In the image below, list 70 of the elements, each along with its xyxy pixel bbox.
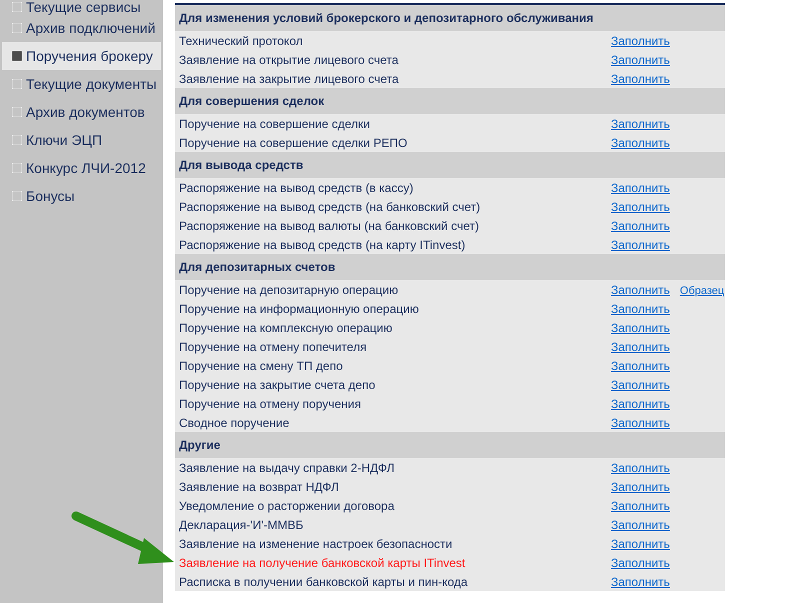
- sidebar-item[interactable]: Ключи ЭЦП: [2, 126, 161, 154]
- sidebar-item[interactable]: Конкурс ЛЧИ-2012: [2, 154, 161, 182]
- document-name: Поручение на отмену поручения: [178, 396, 362, 410]
- fill-link[interactable]: Заполнить: [611, 34, 670, 48]
- sidebar-item[interactable]: Текущие сервисы: [2, 0, 161, 14]
- document-name: Поручение на совершение сделки РЕПО: [178, 136, 408, 150]
- grid-icon: [12, 79, 22, 89]
- fill-link[interactable]: Заполнить: [611, 238, 670, 252]
- document-name: Уведомление о расторжении договора: [178, 498, 396, 512]
- sidebar-item[interactable]: Архив подключений: [2, 14, 161, 42]
- fill-link[interactable]: Заполнить: [611, 200, 670, 214]
- sidebar-item[interactable]: Текущие документы: [2, 70, 161, 98]
- fill-link[interactable]: Заполнить: [611, 320, 670, 334]
- fill-link[interactable]: Заполнить: [611, 518, 670, 532]
- fill-link[interactable]: Заполнить: [611, 282, 670, 296]
- fill-link[interactable]: Заполнить: [611, 302, 670, 316]
- fill-link[interactable]: Заполнить: [611, 218, 670, 232]
- document-name: Заявление на получение банковской карты ITinvest: [178, 556, 466, 570]
- document-name: Заявление на выдачу справки 2-НДФЛ: [178, 460, 396, 474]
- document-name: Поручение на информационную операцию: [178, 302, 420, 316]
- document-name: Декларация-'И'-ММВБ: [178, 518, 304, 532]
- fill-link[interactable]: Заполнить: [611, 556, 670, 570]
- section-header: Другие: [175, 432, 725, 458]
- document-name: Технический протокол: [178, 34, 304, 48]
- document-name: Поручение на отмену попечителя: [178, 340, 368, 354]
- sidebar-item[interactable]: Бонусы: [2, 182, 161, 210]
- section-header: Для совершения сделок: [175, 88, 725, 114]
- document-name: Расписка в получении банковской карты и пин-кода: [178, 574, 469, 588]
- grid-icon: [12, 163, 22, 173]
- grid-icon: [12, 2, 22, 12]
- document-name: Поручение на депозитарную операцию: [178, 282, 400, 296]
- document-name: Распоряжение на вывод средств (в кассу): [178, 180, 414, 194]
- sidebar-item[interactable]: Поручения брокеру: [2, 42, 161, 70]
- grid-icon: [12, 51, 22, 61]
- document-name: Заявление на закрытие лицевого счета: [178, 72, 400, 86]
- grid-icon: [12, 23, 22, 33]
- fill-link[interactable]: Заполнить: [611, 52, 670, 66]
- document-name: Заявление на изменение настроек безопасности: [178, 536, 454, 550]
- fill-link[interactable]: Заполнить: [611, 480, 670, 494]
- fill-link[interactable]: Заполнить: [611, 180, 670, 194]
- fill-link[interactable]: Заполнить: [611, 340, 670, 354]
- document-name: Распоряжение на вывод средств (на карту ITinvest): [178, 238, 466, 252]
- fill-link[interactable]: Заполнить: [611, 136, 670, 150]
- fill-link[interactable]: Заполнить: [611, 396, 670, 410]
- document-name: Заявление на возврат НДФЛ: [178, 480, 340, 494]
- section-header: Для депозитарных счетов: [175, 254, 725, 280]
- fill-link[interactable]: Заполнить: [611, 116, 670, 130]
- sample-link[interactable]: Образец: [680, 284, 724, 296]
- document-name: Распоряжение на вывод валюты (на банковский счет): [178, 218, 480, 232]
- fill-link[interactable]: Заполнить: [611, 574, 670, 588]
- grid-icon: [12, 135, 22, 145]
- document-name: Поручение на совершение сделки: [178, 116, 372, 130]
- fill-link[interactable]: Заполнить: [611, 416, 670, 430]
- document-name: Поручение на комплексную операцию: [178, 320, 394, 334]
- fill-link[interactable]: Заполнить: [611, 498, 670, 512]
- section-header: Для вывода средств: [175, 152, 725, 178]
- document-name: Распоряжение на вывод средств (на банковский счет): [178, 200, 482, 214]
- section-header: Для изменения условий брокерского и депозитарного обслуживания: [175, 5, 725, 31]
- fill-link[interactable]: Заполнить: [611, 72, 670, 86]
- fill-link[interactable]: Заполнить: [611, 536, 670, 550]
- sidebar-item[interactable]: Архив документов: [2, 98, 161, 126]
- document-name: Сводное поручение: [178, 416, 290, 430]
- fill-link[interactable]: Заполнить: [611, 460, 670, 474]
- document-name: Поручение на смену ТП депо: [178, 358, 344, 372]
- document-name: Заявление на открытие лицевого счета: [178, 52, 400, 66]
- grid-icon: [12, 107, 22, 117]
- grid-icon: [12, 191, 22, 201]
- fill-link[interactable]: Заполнить: [611, 358, 670, 372]
- document-name: Поручение на закрытие счета депо: [178, 378, 376, 392]
- fill-link[interactable]: Заполнить: [611, 378, 670, 392]
